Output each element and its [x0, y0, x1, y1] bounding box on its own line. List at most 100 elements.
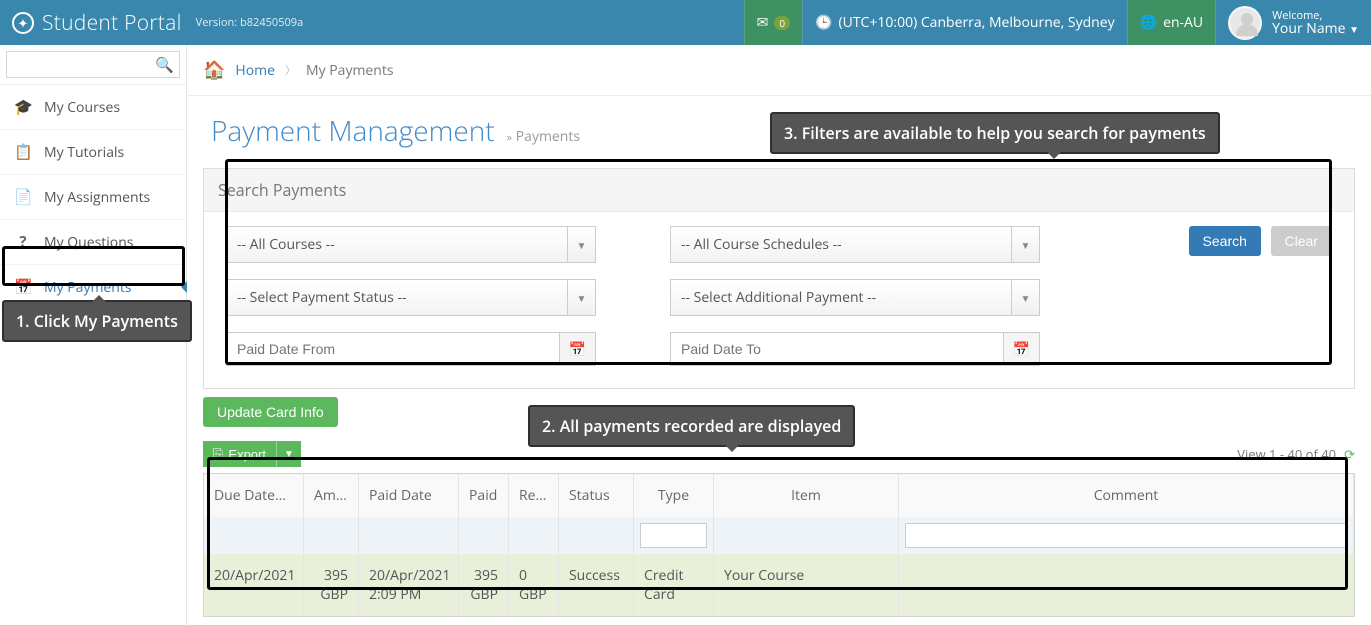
breadcrumb: 🏠 Home 〉 My Payments [187, 45, 1371, 96]
paid-to-field: 📅 [670, 332, 1040, 366]
avatar-icon [1228, 6, 1262, 40]
home-icon[interactable]: 🏠 [203, 58, 225, 82]
paid-to-input[interactable] [670, 332, 1004, 366]
courses-select[interactable]: -- All Courses -- ▼ [226, 226, 596, 263]
sidebar-item-label: My Assignments [44, 188, 150, 207]
cell-due: 20/Apr/2021 [204, 554, 304, 616]
sidebar-item-my-courses[interactable]: 🎓 My Courses [0, 85, 186, 130]
search-panel-title: Search Payments [204, 169, 1354, 212]
col-due-date-label: Due Date [214, 486, 286, 505]
col-type[interactable]: Type [634, 474, 714, 517]
col-remain[interactable]: Remain [509, 474, 559, 517]
brand-title: Student Portal [42, 9, 182, 37]
cell-paid: 395 GBP [459, 554, 509, 616]
topbar-right: ✉ 0 🕒 (UTC+10:00) Canberra, Melbourne, S… [744, 0, 1371, 45]
globe-small-icon: 🌐 [1140, 13, 1157, 32]
cell-status: Success [559, 554, 634, 616]
callout-3-text: 3. Filters are available to help you sea… [784, 122, 1206, 144]
export-icon: ⎘ [213, 446, 223, 462]
globe-icon: ✦ [12, 12, 34, 34]
brand: ✦ Student Portal Version: b82450509a [0, 9, 315, 37]
cell-item: Your Course [714, 554, 899, 616]
callout-1-text: 1. Click My Payments [16, 310, 178, 332]
grid-filter-row [204, 517, 1354, 554]
mail-icon: ✉ [757, 13, 769, 32]
search-actions: Search Clear [1189, 226, 1332, 263]
cell-type: Credit Card [634, 554, 714, 616]
user-menu[interactable]: Welcome, Your Name ▼ [1215, 0, 1371, 45]
clear-button[interactable]: Clear [1271, 226, 1332, 256]
col-status[interactable]: Status [559, 474, 634, 517]
locale-button[interactable]: 🌐 en-AU [1127, 0, 1215, 45]
col-paid-date[interactable]: Paid Date [359, 474, 459, 517]
sidebar-item-label: My Questions [44, 233, 133, 252]
search-panel-body: -- All Courses -- ▼ -- All Course Schedu… [204, 212, 1354, 388]
export-button[interactable]: ⎘ Export [203, 441, 276, 467]
clipboard-icon: 📋 [14, 142, 32, 162]
export-label: Export [228, 447, 266, 462]
timezone-button[interactable]: 🕒 (UTC+10:00) Canberra, Melbourne, Sydne… [802, 0, 1127, 45]
clock-icon: 🕒 [815, 13, 832, 32]
col-due-date[interactable]: Due Date▲▼ [204, 474, 304, 517]
cell-comment [899, 554, 1354, 616]
welcome-block: Welcome, Your Name ▼ [1272, 9, 1359, 36]
chevron-down-icon: ▼ [1012, 226, 1040, 263]
breadcrumb-sep: 〉 [285, 62, 296, 78]
sidebar-search: 🔍 [0, 45, 186, 85]
table-row[interactable]: 20/Apr/2021 395 GBP 20/Apr/2021 2:09 PM … [204, 554, 1354, 616]
col-paid[interactable]: Paid [459, 474, 509, 517]
calendar-icon: 📅 [14, 277, 32, 297]
filter-comment-input[interactable] [905, 523, 1347, 548]
sidebar-search-input[interactable] [6, 51, 180, 78]
breadcrumb-current: My Payments [306, 61, 394, 80]
courses-select-value: -- All Courses -- [226, 226, 568, 263]
col-item[interactable]: Item [714, 474, 899, 517]
update-card-button[interactable]: Update Card Info [203, 397, 338, 427]
chevron-down-icon: ▼ [1349, 22, 1359, 36]
callout-2-text: 2. All payments recorded are displayed [542, 415, 841, 437]
view-range: View 1 - 40 of 40 ⟳ [1237, 445, 1355, 463]
search-icon[interactable]: 🔍 [155, 55, 174, 75]
mail-badge: 0 [774, 16, 790, 30]
schedules-select[interactable]: -- All Course Schedules -- ▼ [670, 226, 1040, 263]
chevron-down-icon: ▼ [568, 279, 596, 316]
view-range-text: View 1 - 40 of 40 [1237, 445, 1336, 463]
cell-amount: 395 GBP [304, 554, 359, 616]
additional-select-value: -- Select Additional Payment -- [670, 279, 1012, 316]
chevron-down-icon: ▼ [568, 226, 596, 263]
file-icon: 📄 [14, 187, 32, 207]
timezone-label: (UTC+10:00) Canberra, Melbourne, Sydney [839, 13, 1115, 32]
sidebar-item-my-tutorials[interactable]: 📋 My Tutorials [0, 130, 186, 175]
version-label: Version: b82450509a [196, 15, 304, 30]
calendar-picker-button[interactable]: 📅 [560, 332, 596, 366]
cell-paid-date: 20/Apr/2021 2:09 PM [359, 554, 459, 616]
search-panel: Search Payments -- All Courses -- ▼ -- A… [203, 168, 1355, 389]
sidebar-item-label: My Payments [44, 278, 132, 297]
graduation-cap-icon: 🎓 [14, 97, 32, 117]
page-title: Payment Management [211, 112, 495, 150]
status-select[interactable]: -- Select Payment Status -- ▼ [226, 279, 596, 316]
page-subtitle: » Payments [507, 127, 580, 146]
search-button[interactable]: Search [1189, 226, 1261, 256]
chevron-down-icon: ▼ [1012, 279, 1040, 316]
mail-button[interactable]: ✉ 0 [744, 0, 802, 45]
refresh-icon[interactable]: ⟳ [1344, 445, 1355, 463]
callout-1: 1. Click My Payments [2, 300, 192, 342]
calendar-picker-button[interactable]: 📅 [1004, 332, 1040, 366]
page-subtitle-text: Payments [516, 127, 580, 146]
sidebar-item-my-assignments[interactable]: 📄 My Assignments [0, 175, 186, 220]
additional-select[interactable]: -- Select Additional Payment -- ▼ [670, 279, 1040, 316]
cell-remain: 0 GBP [509, 554, 559, 616]
locale-label: en-AU [1163, 13, 1203, 32]
paid-from-field: 📅 [226, 332, 596, 366]
col-comment[interactable]: Comment [899, 474, 1354, 517]
paid-from-input[interactable] [226, 332, 560, 366]
callout-2: 2. All payments recorded are displayed [528, 405, 855, 447]
sidebar-item-label: My Tutorials [44, 143, 124, 162]
breadcrumb-home[interactable]: Home [235, 61, 275, 80]
grid-header-row: Due Date▲▼ Amount Paid Date Paid Remain … [204, 474, 1354, 517]
col-amount[interactable]: Amount [304, 474, 359, 517]
sidebar-item-my-questions[interactable]: ? My Questions [0, 220, 186, 265]
export-dropdown-button[interactable]: ▼ [276, 441, 301, 467]
filter-type-input[interactable] [640, 523, 707, 548]
